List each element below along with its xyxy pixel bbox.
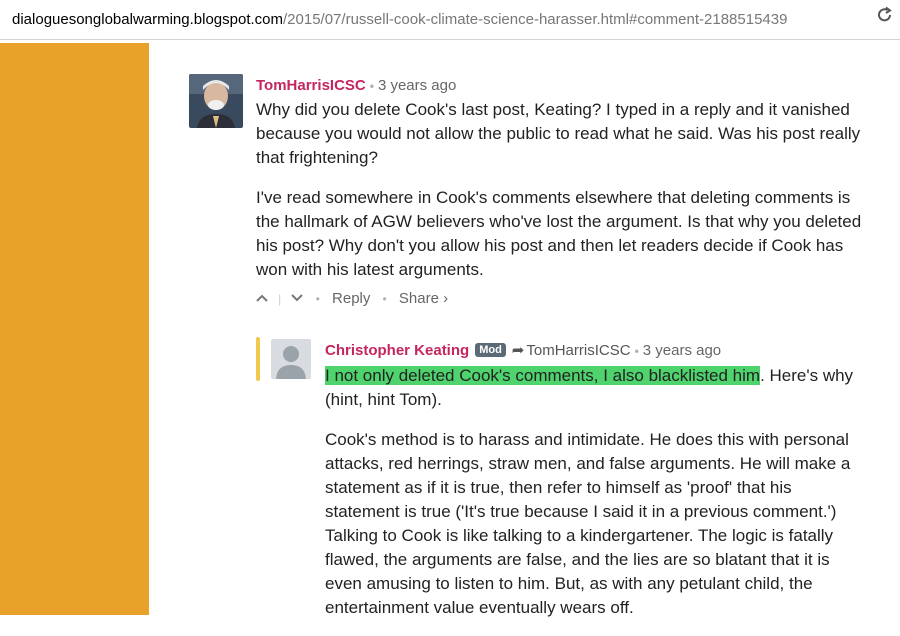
url-path: /2015/07/russell-cook-climate-science-ha… — [283, 11, 788, 28]
comment-paragraph: Cook's method is to harass and intimidat… — [325, 430, 851, 617]
upvote-icon[interactable] — [256, 290, 268, 307]
timestamp[interactable]: 3 years ago — [378, 77, 456, 94]
comment-paragraph: I not only deleted Cook's comments, I al… — [325, 364, 855, 412]
address-bar[interactable]: dialoguesonglobalwarming.blogspot.com/20… — [0, 0, 900, 40]
default-avatar-svg — [271, 339, 311, 379]
avatar-photo — [189, 74, 243, 128]
url-text[interactable]: dialoguesonglobalwarming.blogspot.com/20… — [12, 11, 787, 28]
author-name[interactable]: Christopher Keating — [325, 342, 469, 359]
user-photo-avatar[interactable] — [189, 74, 243, 128]
separator-dot: • — [315, 292, 320, 306]
page-sidebar — [0, 43, 149, 615]
comment-body: Why did you delete Cook's last post, Kea… — [256, 98, 866, 298]
comment-body: I not only deleted Cook's comments, I al… — [325, 364, 855, 636]
downvote-icon[interactable] — [291, 290, 304, 307]
comment-actions: | • Reply • Share › — [256, 290, 448, 307]
default-avatar[interactable] — [271, 339, 311, 379]
separator-dot: • — [382, 292, 387, 306]
share-link[interactable]: Share › — [399, 290, 448, 307]
reload-icon-svg — [878, 6, 892, 22]
comment-paragraph: I've read somewhere in Cook's comments e… — [256, 188, 862, 279]
reply-arrow-icon: ➦ — [511, 342, 525, 359]
reply-to-user[interactable]: TomHarrisICSC — [526, 342, 630, 359]
reply-link[interactable]: Reply — [332, 290, 370, 307]
separator-dot: • — [634, 344, 639, 358]
reload-icon[interactable] — [876, 6, 894, 28]
timestamp[interactable]: 3 years ago — [643, 342, 721, 359]
comment-header: TomHarrisICSC • 3 years ago — [256, 77, 456, 94]
separator-pipe: | — [278, 292, 282, 306]
author-name[interactable]: TomHarrisICSC — [256, 77, 366, 94]
reply-indicator-bar — [256, 337, 260, 381]
comment-header: Christopher Keating Mod ➦ TomHarrisICSC • 3 y… — [325, 341, 721, 359]
separator-dot: • — [369, 79, 374, 93]
highlighted-text: I not only deleted Cook's comments, I al… — [325, 366, 761, 385]
mod-badge: Mod — [475, 343, 506, 357]
comment-paragraph: Why did you delete Cook's last post, Kea… — [256, 100, 861, 167]
url-host: dialoguesonglobalwarming.blogspot.com — [12, 11, 284, 28]
